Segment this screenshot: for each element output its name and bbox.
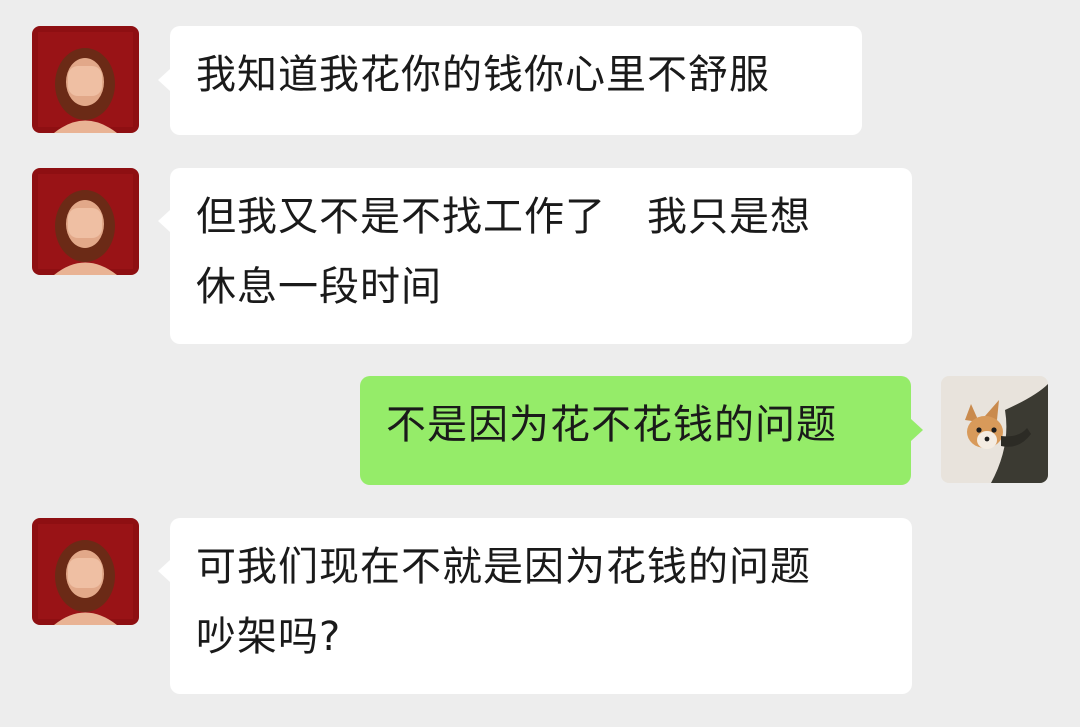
- message-bubble-outgoing[interactable]: 不是因为花不花钱的问题: [360, 376, 911, 485]
- message-bubble-incoming[interactable]: 可我们现在不就是因为花钱的问题 吵架吗?: [170, 518, 912, 694]
- message-text: 但我又不是不找工作了 我只是想: [196, 194, 811, 240]
- message-text: 可我们现在不就是因为花钱的问题: [196, 544, 811, 590]
- corgi-dog-icon: [941, 376, 1048, 483]
- message-text: 不是因为花不花钱的问题: [386, 402, 837, 448]
- message-text: 休息一段时间: [196, 264, 442, 310]
- message-bubble-incoming[interactable]: 我知道我花你的钱你心里不舒服: [170, 26, 862, 135]
- self-avatar[interactable]: [941, 376, 1048, 483]
- message-text: 吵架吗?: [196, 614, 342, 660]
- bubble-tail: [158, 210, 170, 232]
- bubble-tail: [158, 560, 170, 582]
- woman-covering-face-icon: [32, 518, 139, 625]
- contact-avatar[interactable]: [32, 168, 139, 275]
- bubble-tail: [158, 69, 170, 91]
- contact-avatar[interactable]: [32, 518, 139, 625]
- chat-area: 我知道我花你的钱你心里不舒服 但我又不是不找工作了 我只是想 休息一段时间 不是…: [0, 0, 1080, 727]
- message-text: 我知道我花你的钱你心里不舒服: [196, 52, 770, 98]
- woman-covering-face-icon: [32, 168, 139, 275]
- bubble-tail: [911, 419, 923, 441]
- woman-covering-face-icon: [32, 26, 139, 133]
- contact-avatar[interactable]: [32, 26, 139, 133]
- message-bubble-incoming[interactable]: 但我又不是不找工作了 我只是想 休息一段时间: [170, 168, 912, 344]
